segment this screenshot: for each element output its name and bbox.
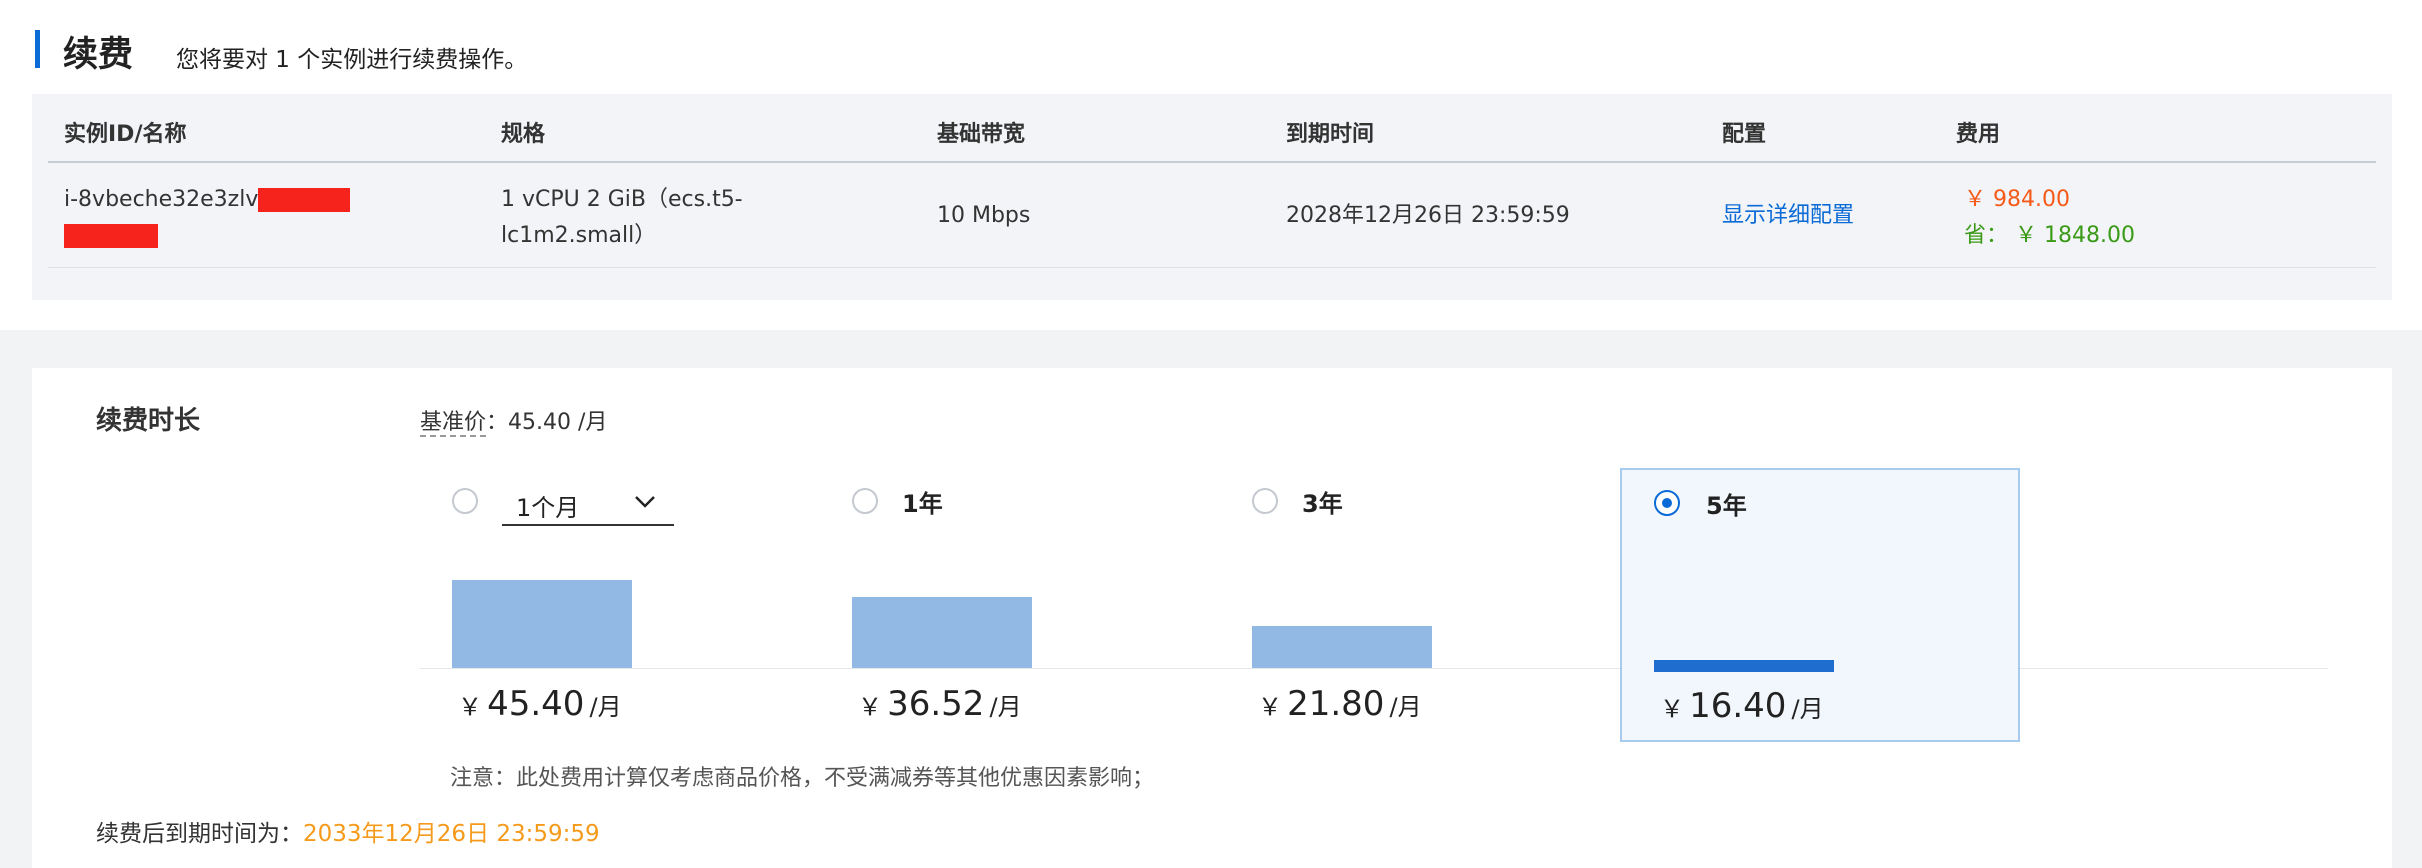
radio-1-month[interactable]	[452, 488, 478, 514]
title-accent-bar	[35, 30, 40, 68]
option-5-year[interactable]: 5年 ￥ 16.40 /月	[1620, 468, 2020, 742]
column-header-instance: 实例ID/名称	[64, 122, 187, 147]
pricing-note: 注意：此处费用计算仅考虑商品价格，不受满减券等其他优惠因素影响；	[450, 766, 1155, 791]
base-price: 基准价：45.40 /月	[420, 404, 608, 437]
redacted-name	[258, 188, 351, 212]
instance-id[interactable]: i-8vbeche32e3zlv	[64, 187, 258, 212]
fee-save-value: ￥ 1848.00	[2015, 223, 2135, 248]
column-header-spec: 规格	[501, 122, 546, 147]
page-title: 续费	[63, 35, 134, 75]
row-divider	[48, 267, 2376, 268]
bandwidth-cell: 10 Mbps	[937, 203, 1031, 228]
column-header-config: 配置	[1722, 122, 1767, 147]
fee-cell: ￥ 984.00 省： ￥ 1848.00	[1964, 182, 2135, 254]
month-dropdown-value: 1个月	[516, 494, 580, 522]
option-label-5-year: 5年	[1706, 492, 1747, 520]
renewal-expire: 续费后到期时间为：2033年12月26日 23:59:59	[96, 814, 600, 848]
spec-line1: 1 vCPU 2 GiB（ecs.t5-	[501, 187, 743, 212]
price-1-month: ￥ 45.40 /月	[458, 684, 622, 724]
renewal-duration-label: 续费时长	[96, 406, 201, 436]
fee-price: ￥ 984.00	[1964, 187, 2070, 212]
header-divider	[48, 161, 2376, 163]
show-config-link[interactable]: 显示详细配置	[1722, 198, 1854, 234]
option-1-year[interactable]: 1年 ￥ 36.52 /月	[852, 468, 1212, 740]
base-price-label[interactable]: 基准价	[420, 410, 487, 437]
redacted-name-line2	[64, 224, 158, 248]
instance-id-cell: i-8vbeche32e3zlv	[64, 182, 351, 254]
spec-cell: 1 vCPU 2 GiB（ecs.t5- lc1m2.small）	[501, 182, 743, 254]
page-subtitle: 您将要对 1 个实例进行续费操作。	[176, 47, 528, 73]
price-3-year: ￥ 21.80 /月	[1258, 684, 1422, 724]
instance-table: 实例ID/名称 规格 基础带宽 到期时间 配置 费用 i-8vbeche32e3…	[32, 94, 2392, 300]
price-bar-5-year	[1654, 660, 1834, 672]
fee-save: 省： ￥ 1848.00	[1964, 218, 2135, 254]
column-header-expire: 到期时间	[1286, 122, 1375, 147]
renewal-panel: 续费时长 基准价：45.40 /月 1个月 ￥ 45.40 /月 1年 ￥ 36…	[32, 368, 2392, 868]
spec-line2: lc1m2.small）	[501, 223, 657, 248]
price-1-year: ￥ 36.52 /月	[858, 684, 1022, 724]
option-3-year[interactable]: 3年 ￥ 21.80 /月	[1252, 468, 1612, 740]
price-5-year: ￥ 16.40 /月	[1660, 686, 1824, 726]
option-1-month[interactable]: 1个月 ￥ 45.40 /月	[452, 468, 812, 740]
price-bar-1-year	[852, 597, 1032, 668]
option-label-3-year: 3年	[1302, 490, 1343, 518]
renewal-expire-value: 2033年12月26日 23:59:59	[303, 821, 600, 847]
price-bar-1-month	[452, 580, 632, 668]
column-header-bandwidth: 基础带宽	[937, 122, 1026, 147]
radio-1-year[interactable]	[852, 488, 878, 514]
month-dropdown[interactable]: 1个月	[502, 474, 674, 526]
instance-section: 续费 您将要对 1 个实例进行续费操作。 实例ID/名称 规格 基础带宽 到期时…	[0, 0, 2422, 330]
expire-time-cell: 2028年12月26日 23:59:59	[1286, 203, 1570, 228]
chevron-down-icon	[634, 490, 656, 514]
renewal-expire-label: 续费后到期时间为：	[96, 821, 303, 847]
base-price-value: ：45.40 /月	[486, 410, 608, 435]
price-bar-3-year	[1252, 626, 1432, 668]
radio-5-year[interactable]	[1654, 490, 1680, 516]
fee-save-label: 省：	[1964, 223, 2009, 248]
radio-3-year[interactable]	[1252, 488, 1278, 514]
column-header-fee: 费用	[1956, 122, 2001, 147]
option-label-1-year: 1年	[902, 490, 943, 518]
